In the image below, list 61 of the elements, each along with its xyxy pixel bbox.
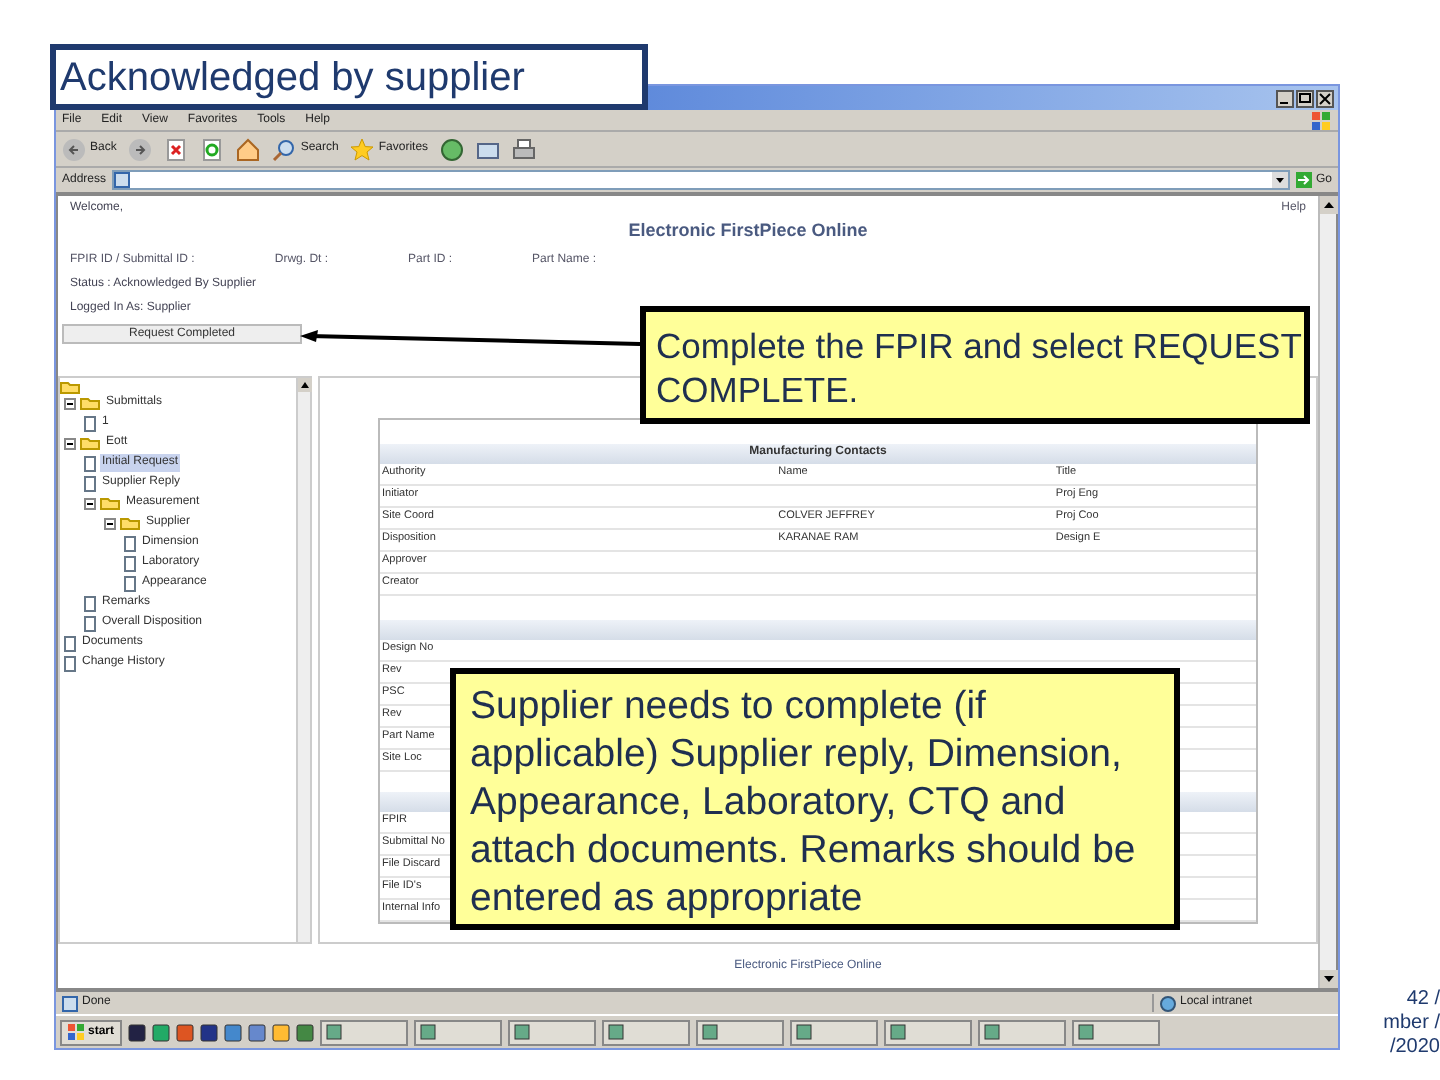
app-icon <box>1078 1024 1095 1040</box>
media-icon <box>440 137 465 161</box>
search-icon <box>272 137 297 161</box>
taskbar-button[interactable] <box>320 1019 409 1045</box>
scroll-up-icon[interactable] <box>1320 196 1338 214</box>
stop-icon <box>164 137 189 161</box>
globe-icon <box>1160 995 1176 1011</box>
toolbar-button[interactable] <box>200 137 225 161</box>
printer-icon <box>512 137 537 161</box>
taskbar-button[interactable] <box>790 1019 879 1045</box>
close-icon[interactable] <box>1316 89 1334 107</box>
dropdown-arrow-icon[interactable] <box>1271 172 1288 188</box>
toolbar-button[interactable] <box>128 137 153 161</box>
slide-title: Acknowledged by supplier <box>50 44 648 110</box>
app-icon <box>514 1024 531 1040</box>
app-icon <box>890 1024 907 1040</box>
callout-box: Supplier needs to complete (if applicable) Supplier reply, Dimension, Appearance, Laboratory, CTQ and attach documents. Remarks should be entered as appropriate <box>450 668 1180 930</box>
taskbar-button[interactable] <box>978 1019 1067 1045</box>
taskbar-button[interactable] <box>696 1019 785 1045</box>
app-icon <box>796 1024 813 1040</box>
star-icon <box>350 137 375 161</box>
slide-number-text: 42 / <box>1406 988 1440 1012</box>
callout-box: Complete the FPIR and select REQUEST COMPLETE. <box>640 306 1310 424</box>
app-icon <box>608 1024 625 1040</box>
slide-number-text: mber / <box>1383 1012 1440 1036</box>
vertical-scrollbar[interactable] <box>1318 196 1336 988</box>
refresh-icon <box>200 137 225 161</box>
app-icon <box>702 1024 719 1040</box>
toolbar-button[interactable] <box>236 137 261 161</box>
expander-icon[interactable] <box>64 397 76 409</box>
app-icon <box>420 1024 437 1040</box>
scroll-up-icon[interactable] <box>298 377 312 391</box>
page-icon <box>62 995 78 1011</box>
expander-icon[interactable] <box>64 437 76 449</box>
windows-logo-icon <box>1312 111 1332 129</box>
go-arrow-icon <box>1295 172 1312 188</box>
mail-icon <box>476 137 501 161</box>
folder-icon <box>80 436 100 450</box>
minimize-icon[interactable] <box>1276 89 1294 107</box>
expander-icon[interactable] <box>104 517 116 529</box>
taskbar-button[interactable] <box>414 1019 503 1045</box>
maximize-icon[interactable] <box>1296 89 1314 107</box>
taskbar-button[interactable] <box>508 1019 597 1045</box>
document-icon <box>84 415 96 431</box>
scroll-down-icon[interactable] <box>1320 970 1338 988</box>
tree-scrollbar[interactable] <box>296 377 310 942</box>
page-icon <box>114 172 131 188</box>
app-title: Electronic FirstPiece Online <box>628 218 868 244</box>
windows-logo-icon <box>68 1024 84 1040</box>
toolbar-button[interactable] <box>512 137 537 161</box>
toolbar-button[interactable] <box>440 137 465 161</box>
toolbar-button[interactable] <box>164 137 189 161</box>
toolbar-button[interactable] <box>476 137 501 161</box>
taskbar-button[interactable] <box>884 1019 973 1045</box>
taskbar-button[interactable] <box>602 1019 691 1045</box>
home-icon <box>236 137 261 161</box>
expander-icon[interactable] <box>84 497 96 509</box>
address-field[interactable] <box>112 170 1290 190</box>
app-icon <box>984 1024 1001 1040</box>
slide-number-text: /2020 <box>1389 1036 1440 1060</box>
taskbar-button[interactable] <box>1072 1019 1161 1045</box>
